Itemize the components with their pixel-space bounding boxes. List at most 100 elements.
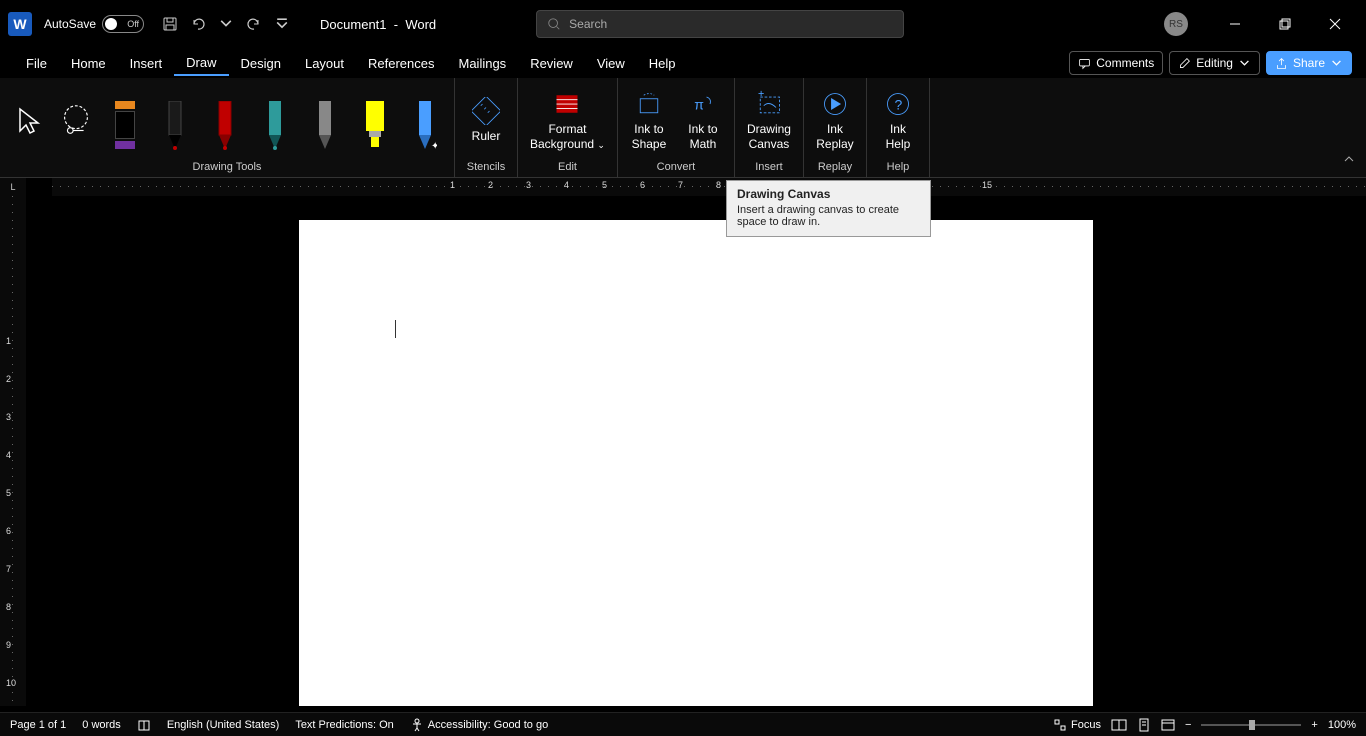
ink-to-shape-button[interactable]: Ink to Shape [624, 86, 674, 155]
search-input[interactable]: Search [536, 10, 904, 38]
tab-draw[interactable]: Draw [174, 51, 228, 76]
share-icon [1275, 57, 1288, 70]
undo-dropdown[interactable] [212, 10, 240, 38]
save-button[interactable] [156, 10, 184, 38]
ink-math-icon: π [689, 90, 717, 118]
undo-icon [190, 16, 206, 32]
ruler-button[interactable]: Ruler [461, 93, 511, 147]
pencil-icon [1178, 57, 1191, 70]
toggle-knob [105, 18, 117, 30]
help-icon: ? [884, 90, 912, 118]
chevron-down-icon [1330, 57, 1343, 70]
zoom-thumb[interactable] [1249, 720, 1255, 730]
tab-view[interactable]: View [585, 52, 637, 75]
ink-to-math-button[interactable]: π Ink to Math [678, 86, 728, 155]
close-button[interactable] [1312, 8, 1358, 40]
group-label: Replay [810, 159, 860, 177]
minimize-button[interactable] [1212, 8, 1258, 40]
svg-text:✦: ✦ [431, 141, 437, 151]
ink-replay-button[interactable]: Ink Replay [810, 86, 860, 155]
eraser-icon [115, 111, 135, 139]
chevron-down-icon [274, 16, 290, 32]
group-insert: Drawing Canvas Insert [735, 78, 804, 177]
status-predictions[interactable]: Text Predictions: On [295, 719, 393, 731]
highlighter-icon [362, 101, 388, 151]
select-tool[interactable] [6, 93, 50, 149]
zoom-slider[interactable] [1201, 724, 1301, 726]
tab-insert[interactable]: Insert [118, 52, 175, 75]
lasso-tool[interactable] [54, 93, 98, 149]
eraser-tool[interactable] [102, 91, 148, 151]
zoom-in-button[interactable]: + [1311, 719, 1317, 731]
status-spellcheck[interactable] [137, 718, 151, 732]
tab-review[interactable]: Review [518, 52, 585, 75]
page[interactable] [299, 220, 1093, 706]
web-icon [1161, 718, 1175, 732]
maximize-button[interactable] [1262, 8, 1308, 40]
qat-customize[interactable] [268, 10, 296, 38]
tab-layout[interactable]: Layout [293, 52, 356, 75]
tab-mailings[interactable]: Mailings [447, 52, 519, 75]
editing-mode-button[interactable]: Editing [1169, 51, 1260, 75]
zoom-out-button[interactable]: − [1185, 719, 1191, 731]
status-language[interactable]: English (United States) [167, 719, 280, 731]
format-background-button[interactable]: Format Background ⌄ [524, 86, 611, 155]
document-scroll-area[interactable] [26, 196, 1366, 706]
group-label: Insert [741, 159, 797, 177]
status-page[interactable]: Page 1 of 1 [10, 719, 66, 731]
pen-color-swatch [115, 101, 135, 109]
status-accessibility[interactable]: Accessibility: Good to go [410, 718, 548, 732]
tab-home[interactable]: Home [59, 52, 118, 75]
group-edit: Format Background ⌄ Edit [518, 78, 618, 177]
minimize-icon [1229, 18, 1241, 30]
book-icon [137, 718, 151, 732]
drawing-canvas-button[interactable]: Drawing Canvas [741, 86, 797, 155]
format-bg-icon [553, 90, 581, 118]
tab-references[interactable]: References [356, 52, 446, 75]
read-mode-button[interactable] [1111, 718, 1127, 732]
undo-button[interactable] [184, 10, 212, 38]
tooltip-body: Insert a drawing canvas to create space … [737, 204, 920, 228]
user-avatar[interactable]: RS [1164, 12, 1188, 36]
cursor-icon [12, 105, 44, 137]
comment-icon [1078, 57, 1091, 70]
tab-design[interactable]: Design [229, 52, 293, 75]
search-placeholder: Search [569, 17, 607, 31]
chevron-up-icon [1342, 152, 1356, 166]
tab-file[interactable]: File [14, 52, 59, 75]
comments-button[interactable]: Comments [1069, 51, 1163, 75]
collapse-ribbon-button[interactable] [1342, 152, 1356, 171]
highlighter-yellow[interactable] [352, 91, 398, 151]
pen-red[interactable] [202, 91, 248, 151]
svg-text:?: ? [894, 96, 902, 112]
pen-icon [263, 101, 287, 151]
tab-help[interactable]: Help [637, 52, 688, 75]
pen-icon [163, 101, 187, 151]
print-layout-button[interactable] [1137, 718, 1151, 732]
group-label: Edit [524, 159, 611, 177]
accessibility-icon [410, 718, 424, 732]
ink-help-button[interactable]: ? Ink Help [873, 86, 923, 155]
horizontal-ruler[interactable]: 1 2 3 4 5 6 7 8 15 [52, 178, 1366, 196]
status-words[interactable]: 0 words [82, 719, 121, 731]
document-title[interactable]: Document1 - Word [320, 17, 436, 32]
group-label: Drawing Tools [6, 159, 448, 177]
pen-black[interactable] [152, 91, 198, 151]
chevron-down-icon [218, 16, 234, 32]
lasso-icon [57, 102, 95, 140]
pen-galaxy[interactable] [252, 91, 298, 151]
zoom-level[interactable]: 100% [1328, 719, 1356, 731]
ribbon-tabs: File Home Insert Draw Design Layout Refe… [0, 48, 1366, 78]
focus-mode-button[interactable]: Focus [1053, 718, 1101, 732]
group-replay: Ink Replay Replay [804, 78, 867, 177]
pen-blue-sparkle[interactable]: ✦ [402, 91, 448, 151]
ink-shape-icon [635, 90, 663, 118]
title-bar: W AutoSave Off Document1 - Word Search R… [0, 0, 1366, 48]
vertical-ruler[interactable]: 1 2 3 4 5 6 7 8 9 10 [0, 196, 26, 706]
toggle-switch[interactable]: Off [102, 15, 144, 33]
redo-button[interactable] [240, 10, 268, 38]
pencil-gray[interactable] [302, 91, 348, 151]
web-layout-button[interactable] [1161, 718, 1175, 732]
autosave-toggle[interactable]: AutoSave Off [44, 15, 144, 33]
share-button[interactable]: Share [1266, 51, 1352, 75]
